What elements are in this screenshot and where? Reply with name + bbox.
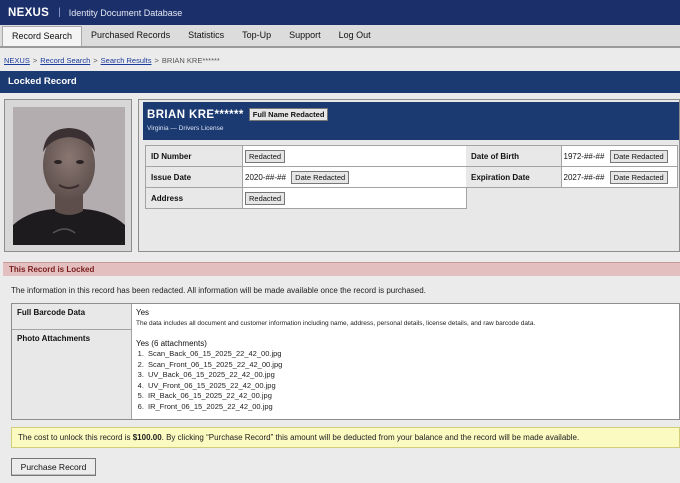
field-value-text: 2020-##-## bbox=[245, 172, 286, 182]
main-nav: Record Search Purchased Records Statisti… bbox=[0, 25, 680, 48]
nav-statistics[interactable]: Statistics bbox=[179, 25, 233, 46]
field-label: ID Number bbox=[145, 145, 243, 167]
field-value: 2020-##-## Date Redacted bbox=[242, 166, 467, 188]
breadcrumb-link-nexus[interactable]: NEXUS bbox=[4, 56, 30, 65]
field-label: Address bbox=[145, 187, 243, 209]
breadcrumb-link-search-results[interactable]: Search Results bbox=[101, 56, 152, 65]
field-value: Redacted bbox=[242, 145, 467, 167]
record-subtitle: Virginia — Drivers License bbox=[147, 125, 224, 132]
full-name-redacted-badge: Full Name Redacted bbox=[248, 108, 329, 121]
breadcrumb-separator: > bbox=[154, 56, 159, 65]
breadcrumb: NEXUS > Record Search > Search Results >… bbox=[4, 56, 220, 65]
nav-log-out[interactable]: Log Out bbox=[330, 25, 380, 46]
locked-message: The information in this record has been … bbox=[11, 286, 426, 295]
record-name-bar: BRIAN KRE****** Full Name Redacted Virgi… bbox=[143, 102, 679, 140]
portrait-image bbox=[13, 107, 125, 245]
breadcrumb-current: BRIAN KRE****** bbox=[161, 56, 220, 65]
photo-attachments-count: Yes (6 attachments) bbox=[136, 339, 207, 348]
nav-top-up[interactable]: Top-Up bbox=[233, 25, 280, 46]
field-value: 1972-##-## Date Redacted bbox=[560, 145, 678, 167]
photo-attachments-label: Photo Attachments bbox=[12, 330, 132, 419]
locked-banner: This Record is Locked bbox=[3, 262, 680, 276]
breadcrumb-separator: > bbox=[32, 56, 38, 65]
field-label: Expiration Date bbox=[466, 166, 562, 188]
field-row-id-number: ID Number Redacted bbox=[145, 145, 467, 167]
nav-purchased-records[interactable]: Purchased Records bbox=[82, 25, 179, 46]
attachment-item: Scan_Back_06_15_2025_22_42_00.jpg bbox=[146, 349, 282, 360]
record-name: BRIAN KRE****** bbox=[147, 108, 244, 121]
attachment-item: IR_Front_06_15_2025_22_42_00.jpg bbox=[146, 402, 282, 413]
attachments-box: Full Barcode Data Yes The data includes … bbox=[11, 303, 680, 420]
breadcrumb-separator: > bbox=[93, 56, 98, 65]
attachment-list: Scan_Back_06_15_2025_22_42_00.jpg Scan_F… bbox=[136, 349, 282, 412]
cost-prefix: The cost to unlock this record is bbox=[18, 433, 133, 442]
page-title: Locked Record bbox=[0, 71, 680, 93]
cost-suffix: . By clicking “Purchase Record” this amo… bbox=[161, 433, 580, 442]
breadcrumb-link-record-search[interactable]: Record Search bbox=[40, 56, 90, 65]
brand-separator: | bbox=[58, 7, 61, 18]
attachment-item: UV_Front_06_15_2025_22_42_00.jpg bbox=[146, 381, 282, 392]
record-fields-right: Date of Birth 1972-##-## Date Redacted E… bbox=[466, 145, 678, 188]
field-value: 2027-##-## Date Redacted bbox=[560, 166, 678, 188]
record-panel: BRIAN KRE****** Full Name Redacted Virgi… bbox=[138, 99, 680, 252]
barcode-value-text: Yes bbox=[136, 308, 150, 317]
record-fields-left: ID Number Redacted Issue Date 2020-##-##… bbox=[145, 145, 467, 209]
field-row-issue-date: Issue Date 2020-##-## Date Redacted bbox=[145, 166, 467, 188]
top-bar: NEXUS | Identity Document Database bbox=[0, 0, 680, 25]
field-value-text: 1972-##-## bbox=[563, 151, 605, 161]
purchase-record-button[interactable]: Purchase Record bbox=[11, 458, 96, 476]
photo-attachments-value: Yes (6 attachments) Scan_Back_06_15_2025… bbox=[136, 339, 282, 412]
date-redacted-badge: Date Redacted bbox=[609, 170, 668, 184]
field-row-date-of-birth: Date of Birth 1972-##-## Date Redacted bbox=[466, 145, 678, 167]
app-subtitle: Identity Document Database bbox=[68, 7, 183, 18]
redacted-badge: Redacted bbox=[245, 191, 286, 205]
cost-notice: The cost to unlock this record is $100.0… bbox=[11, 427, 680, 448]
barcode-value: Yes The data includes all document and c… bbox=[136, 308, 535, 327]
redacted-badge: Redacted bbox=[245, 149, 286, 163]
date-redacted-badge: Date Redacted bbox=[291, 170, 350, 184]
nav-record-search[interactable]: Record Search bbox=[2, 26, 83, 46]
brand-logo[interactable]: NEXUS bbox=[8, 7, 49, 19]
field-label: Issue Date bbox=[145, 166, 243, 188]
attachment-item: UV_Back_06_15_2025_22_42_00.jpg bbox=[146, 370, 282, 381]
attachment-item: Scan_Front_06_15_2025_22_42_00.jpg bbox=[146, 360, 282, 371]
cost-amount: $100.00 bbox=[132, 433, 162, 442]
barcode-label: Full Barcode Data bbox=[12, 304, 132, 330]
id-photo bbox=[13, 107, 125, 245]
nav-support[interactable]: Support bbox=[280, 25, 330, 46]
field-value: Redacted bbox=[242, 187, 467, 209]
field-row-address: Address Redacted bbox=[145, 187, 467, 209]
barcode-description: The data includes all document and custo… bbox=[136, 320, 536, 327]
attachment-item: IR_Back_06_15_2025_22_42_00.jpg bbox=[146, 391, 282, 402]
field-value-text: 2027-##-## bbox=[563, 172, 605, 182]
photo-frame bbox=[4, 99, 132, 252]
field-label: Date of Birth bbox=[466, 145, 562, 167]
date-redacted-badge: Date Redacted bbox=[609, 149, 668, 163]
field-row-expiration-date: Expiration Date 2027-##-## Date Redacted bbox=[466, 166, 678, 188]
